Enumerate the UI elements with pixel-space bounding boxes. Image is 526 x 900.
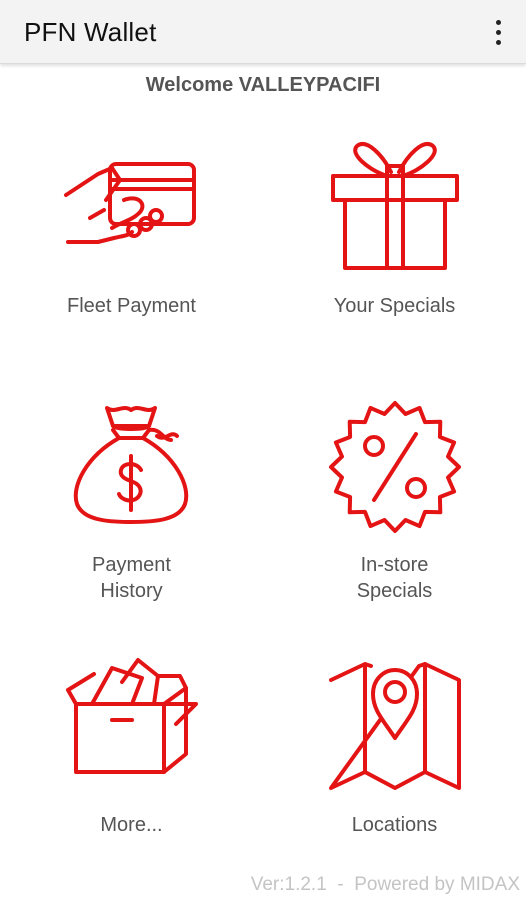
fleet-payment-tile[interactable]: Fleet Payment (0, 140, 263, 330)
gift-icon (330, 142, 459, 270)
overflow-menu-icon[interactable] (486, 16, 510, 48)
more-tile[interactable]: More... (0, 658, 263, 838)
instore-specials-label: In-store Specials (356, 554, 433, 602)
fleet-payment-label: Fleet Payment (67, 295, 196, 317)
card-in-hand-icon (63, 162, 196, 244)
version-footer: Ver:1.2.1 - Powered by MIDAX (250, 874, 520, 895)
app-title: PFN Wallet (24, 17, 157, 47)
your-specials-tile[interactable]: Your Specials (263, 140, 526, 330)
app-screen: PFN Wallet Welcome VALLEYPACIFI Fleet Pa… (0, 0, 526, 900)
app-toolbar: PFN Wallet (0, 0, 526, 64)
instore-specials-tile[interactable]: In-store Specials (263, 400, 526, 610)
your-specials-label: Your Specials (333, 295, 456, 317)
map-pin-icon (328, 662, 461, 790)
welcome-message: Welcome VALLEYPACIFI (145, 74, 381, 96)
money-bag-icon (73, 406, 188, 524)
payment-history-tile[interactable]: Payment History (0, 400, 263, 610)
locations-label: Locations (351, 814, 438, 836)
more-label: More... (100, 814, 163, 836)
percent-badge-icon (328, 401, 461, 533)
open-box-icon (65, 658, 198, 774)
locations-tile[interactable]: Locations (263, 654, 526, 838)
payment-history-label: Payment History (92, 554, 171, 602)
